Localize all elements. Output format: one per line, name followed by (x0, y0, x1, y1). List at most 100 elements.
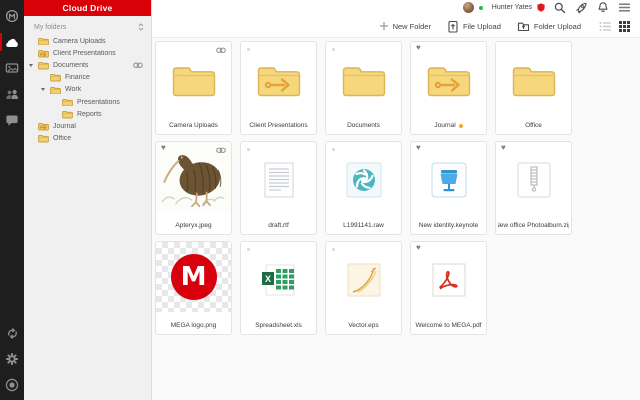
hover-dot (332, 148, 335, 151)
tile-mega-logo-png[interactable]: M MEGA logo.png (155, 241, 232, 335)
file-upload-button[interactable]: File Upload (447, 20, 501, 33)
rail-settings[interactable] (0, 346, 24, 372)
tile-spreadsheet-xls[interactable]: X Spreadsheet.xls (240, 241, 317, 335)
hover-dot (247, 48, 250, 51)
tile-apteryx-jpeg[interactable]: ♥ Apteryx.jpeg (155, 141, 232, 235)
chat-icon (6, 115, 18, 126)
folder-tree-panel: Cloud Drive My folders Camera Uploads Cl… (24, 0, 152, 400)
tree-item-client-presentations[interactable]: Client Presentations (24, 47, 151, 59)
app-rail (0, 0, 24, 400)
file-name: Camera Uploads (169, 122, 218, 129)
keynote-icon (431, 162, 466, 198)
folder-icon (62, 98, 73, 107)
cloud-icon (6, 38, 18, 47)
tile-draft-rtf[interactable]: draft.rtf (240, 141, 317, 235)
rail-cloud-drive[interactable] (0, 29, 24, 55)
folder-upload-label: Folder Upload (533, 21, 581, 31)
tile-vector-eps[interactable]: Vector.eps (325, 241, 402, 335)
tile-camera-uploads[interactable]: Camera Uploads (155, 41, 232, 135)
hover-dot (247, 248, 250, 251)
expand-caret-icon[interactable] (41, 88, 45, 92)
menu-icon[interactable] (618, 2, 631, 13)
xls-spreadsheet-icon: X (261, 264, 294, 296)
svg-text:X: X (264, 274, 270, 284)
tree-item-label: Work (65, 86, 82, 94)
folder-upload-button[interactable]: Folder Upload (517, 20, 581, 32)
tree-item-label: Finance (65, 74, 90, 82)
link-icon (133, 62, 143, 69)
rail-contacts[interactable] (0, 81, 24, 107)
collapse-icon[interactable] (138, 23, 144, 31)
rail-sync[interactable] (0, 320, 24, 346)
sync-icon (7, 327, 17, 339)
file-name: Spreadsheet.xls (255, 322, 302, 329)
main-area: Hunter Yates New Folder File Upload Fold… (152, 0, 640, 400)
folder-icon (171, 62, 217, 98)
tree-item-office[interactable]: Office (24, 133, 151, 145)
folder-icon (38, 61, 49, 70)
account-badge-icon (537, 3, 545, 12)
transparency-checkerboard: M (156, 242, 231, 312)
search-icon[interactable] (554, 2, 566, 14)
tile-zip-file[interactable]: ♥ New office Photoalbum.zip (495, 141, 572, 235)
notifications-bell-icon[interactable] (597, 1, 609, 14)
favorite-icon: ♥ (416, 43, 421, 52)
pdf-icon (432, 263, 465, 297)
rail-app-badge[interactable] (0, 372, 24, 398)
app-badge-icon (5, 378, 19, 392)
eps-vector-icon (347, 263, 380, 297)
folder-icon (341, 62, 387, 98)
tree-item-label: Journal (53, 122, 76, 130)
tree-item-documents[interactable]: Documents (24, 59, 151, 71)
folder-icon (38, 134, 49, 143)
grid-view-icon[interactable] (619, 20, 630, 32)
favorite-icon: ♥ (416, 243, 421, 252)
label-color-dot (458, 123, 463, 128)
tile-documents[interactable]: Documents (325, 41, 402, 135)
tile-office[interactable]: Office (495, 41, 572, 135)
file-name: Welcome to MEGA.pdf (415, 322, 482, 329)
gear-icon (6, 353, 18, 365)
file-name: Client Presentations (249, 122, 308, 129)
tree-item-journal[interactable]: Journal (24, 120, 151, 132)
photos-icon (5, 63, 19, 73)
rail-media[interactable] (0, 55, 24, 81)
file-name: New office Photoalbum.zip (498, 222, 569, 229)
tile-keynote-file[interactable]: ♥ New identity.keynote (410, 141, 487, 235)
tree-item-camera-uploads[interactable]: Camera Uploads (24, 35, 151, 47)
file-name: Vector.eps (348, 322, 379, 329)
shared-folder-icon (38, 49, 49, 58)
folder-icon (511, 62, 557, 98)
tree-item-work[interactable]: Work (24, 84, 151, 96)
file-name: L1991141.raw (343, 222, 384, 229)
zip-icon (517, 162, 550, 198)
shared-folder-icon (38, 122, 49, 131)
tile-raw-file[interactable]: L1991141.raw (325, 141, 402, 235)
mega-logo-icon[interactable] (0, 3, 24, 29)
new-folder-button[interactable]: New Folder (379, 21, 431, 31)
tree-item-finance[interactable]: Finance (24, 72, 151, 84)
tile-journal[interactable]: ♥ Journal (410, 41, 487, 135)
file-name: Documents (347, 122, 380, 129)
rail-chat[interactable] (0, 107, 24, 133)
tile-client-presentations[interactable]: Client Presentations (240, 41, 317, 135)
favorite-icon: ♥ (501, 143, 506, 152)
link-icon (216, 147, 226, 154)
tile-welcome-pdf[interactable]: ♥ Welcome to MEGA.pdf (410, 241, 487, 335)
list-view-icon[interactable] (599, 21, 611, 32)
file-name: New identity.keynote (418, 222, 479, 229)
view-toggle (599, 20, 630, 32)
rocket-icon[interactable] (575, 1, 588, 14)
mega-logo-image: M (170, 254, 217, 300)
file-name: MEGA logo.png (170, 322, 217, 329)
tree-item-presentations[interactable]: Presentations (24, 96, 151, 108)
tree-header-label: My folders (34, 23, 67, 31)
rtf-document-icon (264, 162, 293, 198)
folder-icon (38, 37, 49, 46)
avatar[interactable] (462, 2, 474, 13)
tree-item-reports[interactable]: Reports (24, 108, 151, 120)
folder-upload-icon (517, 22, 529, 32)
folder-icon (50, 73, 61, 82)
expand-caret-icon[interactable] (29, 63, 33, 67)
username: Hunter Yates (491, 4, 532, 11)
